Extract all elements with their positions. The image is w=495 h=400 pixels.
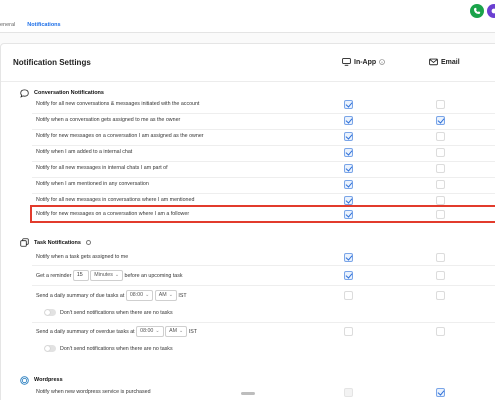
row-divider [32, 322, 495, 323]
due-prefix: Send a daily summary of due tasks at [36, 292, 125, 299]
chat-bubble-icon [20, 89, 29, 98]
row-divider [32, 193, 495, 194]
row-divider [32, 265, 495, 266]
email-checkbox[interactable] [436, 291, 445, 300]
chevron-down-icon: ⌄ [155, 328, 160, 334]
settings-tabs: eneral Notifications [0, 22, 61, 28]
row-divider [32, 113, 495, 114]
email-checkbox[interactable] [436, 210, 445, 219]
row-divider [32, 145, 495, 146]
due-time-value: 08:00 [129, 292, 144, 298]
info-icon[interactable] [379, 59, 385, 65]
in-app-checkbox[interactable] [344, 196, 353, 205]
reminder-unit-select[interactable]: Minutes ⌄ [90, 270, 124, 281]
in-app-checkbox[interactable] [344, 327, 353, 336]
in-app-checkbox[interactable] [344, 148, 353, 157]
task-due-row: Send a daily summary of due tasks at 08:… [36, 290, 187, 302]
email-checkbox[interactable] [436, 196, 445, 205]
mail-icon [429, 58, 438, 66]
monitor-icon [342, 58, 351, 66]
tab-general[interactable]: eneral [0, 22, 15, 28]
overdue-time-select[interactable]: 08:00 ⌄ [136, 326, 164, 337]
chevron-down-icon: ⌄ [168, 292, 173, 298]
scroll-handle[interactable] [241, 392, 255, 395]
info-icon[interactable] [85, 240, 91, 246]
task-assigned-label: Notify when a task gets assigned to me [36, 254, 129, 260]
due-ampm-select[interactable]: AM ⌄ [154, 290, 177, 301]
in-app-checkbox[interactable] [344, 253, 353, 262]
overdue-no-tasks-label: Don't send notifications when there are … [60, 346, 173, 352]
chevron-down-icon: ⌄ [114, 272, 120, 278]
in-app-checkbox[interactable] [344, 180, 353, 189]
overdue-no-tasks-toggle[interactable] [44, 345, 56, 352]
in-app-checkbox[interactable] [344, 116, 353, 125]
email-checkbox[interactable] [436, 132, 445, 141]
column-in-app-label: In-App [354, 58, 377, 66]
due-timezone: IST [178, 292, 187, 299]
email-checkbox[interactable] [436, 164, 445, 173]
card-title: Notification Settings [13, 58, 91, 67]
email-checkbox[interactable] [436, 100, 445, 109]
due-ampm-value: AM [158, 292, 167, 298]
overdue-time-value: 08:00 [140, 328, 154, 334]
task-reminder-row: Get a reminder 15 Minutes ⌄ before an upc… [36, 270, 183, 282]
task-overdue-row: Send a daily summary of overdue tasks at… [36, 326, 197, 338]
in-app-checkbox[interactable] [344, 291, 353, 300]
wordpress-icon [20, 376, 29, 385]
row-divider [32, 129, 495, 130]
phone-icon[interactable] [470, 4, 484, 18]
email-checkbox[interactable] [436, 271, 445, 280]
email-checkbox[interactable] [436, 180, 445, 189]
conv-row-label: Notify for all new messages in internal … [36, 165, 168, 171]
column-email: Email [429, 58, 460, 66]
conv-row-label: Notify for new messages on a conversatio… [36, 133, 204, 139]
column-email-label: Email [441, 58, 460, 66]
email-checkbox[interactable] [436, 327, 445, 336]
card-header: Notification Settings In-App Email [1, 44, 495, 82]
task-section-title: Task Notifications [34, 240, 91, 246]
conv-row-label: Notify for all new messages in conversat… [36, 197, 195, 203]
email-checkbox[interactable] [436, 116, 445, 125]
email-checkbox[interactable] [436, 388, 445, 397]
conv-row-label-follower: Notify for new messages on a conversatio… [36, 211, 190, 217]
email-checkbox[interactable] [436, 148, 445, 157]
in-app-checkbox[interactable] [344, 210, 353, 219]
chevron-down-icon: ⌄ [179, 328, 184, 334]
task-section-label: Task Notifications [34, 240, 81, 246]
due-time-select[interactable]: 08:00 ⌄ [125, 290, 154, 301]
overdue-ampm-select[interactable]: AM ⌄ [165, 326, 188, 337]
in-app-checkbox[interactable] [344, 271, 353, 280]
overdue-timezone: IST [188, 328, 197, 335]
reminder-prefix: Get a reminder [36, 272, 72, 279]
due-no-tasks-toggle[interactable] [44, 309, 56, 316]
in-app-checkbox[interactable] [344, 132, 353, 141]
avatar-icon[interactable] [487, 4, 495, 18]
row-divider [32, 161, 495, 162]
row-divider [32, 177, 495, 178]
conv-row-label: Notify when I am added to a internal cha… [36, 149, 133, 155]
in-app-checkbox[interactable] [344, 388, 353, 397]
tab-notifications[interactable]: Notifications [27, 22, 60, 28]
column-in-app: In-App [342, 58, 385, 66]
reminder-suffix: before an upcoming task [124, 272, 183, 279]
task-icon [20, 238, 29, 247]
reminder-amount-input[interactable]: 15 [72, 270, 89, 281]
conv-row-label: Notify when I am mentioned in any conver… [36, 181, 149, 187]
in-app-checkbox[interactable] [344, 100, 353, 109]
top-bar: eneral Notifications [0, 0, 495, 33]
conversation-section-title: Conversation Notifications [34, 90, 104, 96]
reminder-unit-value: Minutes [94, 272, 113, 278]
overdue-ampm-value: AM [169, 328, 178, 334]
overdue-prefix: Send a daily summary of overdue tasks at [36, 328, 135, 335]
conv-row-label: Notify for all new conversations & messa… [36, 101, 200, 107]
in-app-checkbox[interactable] [344, 164, 353, 173]
email-checkbox[interactable] [436, 253, 445, 262]
wordpress-row-label: Notify when new wordpress service is pur… [36, 389, 151, 395]
row-divider [32, 285, 495, 286]
chevron-down-icon: ⌄ [145, 292, 150, 298]
conv-row-label: Notify when a conversation gets assigned… [36, 117, 181, 123]
due-no-tasks-label: Don't send notifications when there are … [60, 310, 173, 316]
wordpress-section-title: Wordpress [34, 377, 63, 383]
tab-divider [0, 32, 495, 33]
